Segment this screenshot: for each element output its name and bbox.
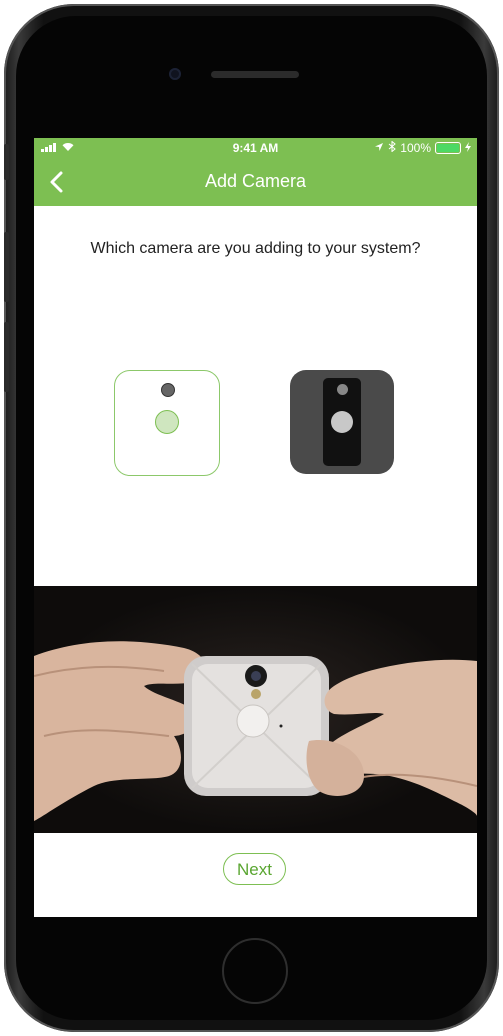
- motion-sensor-icon: [155, 410, 179, 434]
- bluetooth-icon: [388, 140, 397, 155]
- battery-icon: [435, 142, 461, 154]
- earpiece-speaker: [211, 71, 299, 78]
- home-button[interactable]: [222, 938, 288, 1004]
- battery-percent: 100%: [400, 141, 431, 155]
- camera-photo: [34, 586, 477, 833]
- status-bar: 9:41 AM 100%: [34, 138, 477, 158]
- location-arrow-icon: [374, 141, 384, 155]
- charging-bolt-icon: [465, 141, 471, 155]
- black-camera-option[interactable]: [290, 370, 394, 474]
- motion-sensor-icon: [331, 411, 353, 433]
- volume-up-button: [4, 232, 9, 302]
- front-camera: [169, 68, 181, 80]
- app-screen: 9:41 AM 100% Add Camera Which camera are…: [34, 138, 477, 917]
- nav-bar: Add Camera: [34, 158, 477, 206]
- camera-lens-icon: [161, 383, 175, 397]
- page-title: Add Camera: [204, 171, 307, 191]
- mute-switch: [4, 144, 9, 180]
- question-text: Which camera are you adding to your syst…: [90, 240, 421, 257]
- next-button[interactable]: Next: [223, 853, 286, 885]
- camera-lens-icon: [337, 384, 348, 395]
- white-camera-option[interactable]: [114, 370, 220, 476]
- volume-down-button: [4, 322, 9, 392]
